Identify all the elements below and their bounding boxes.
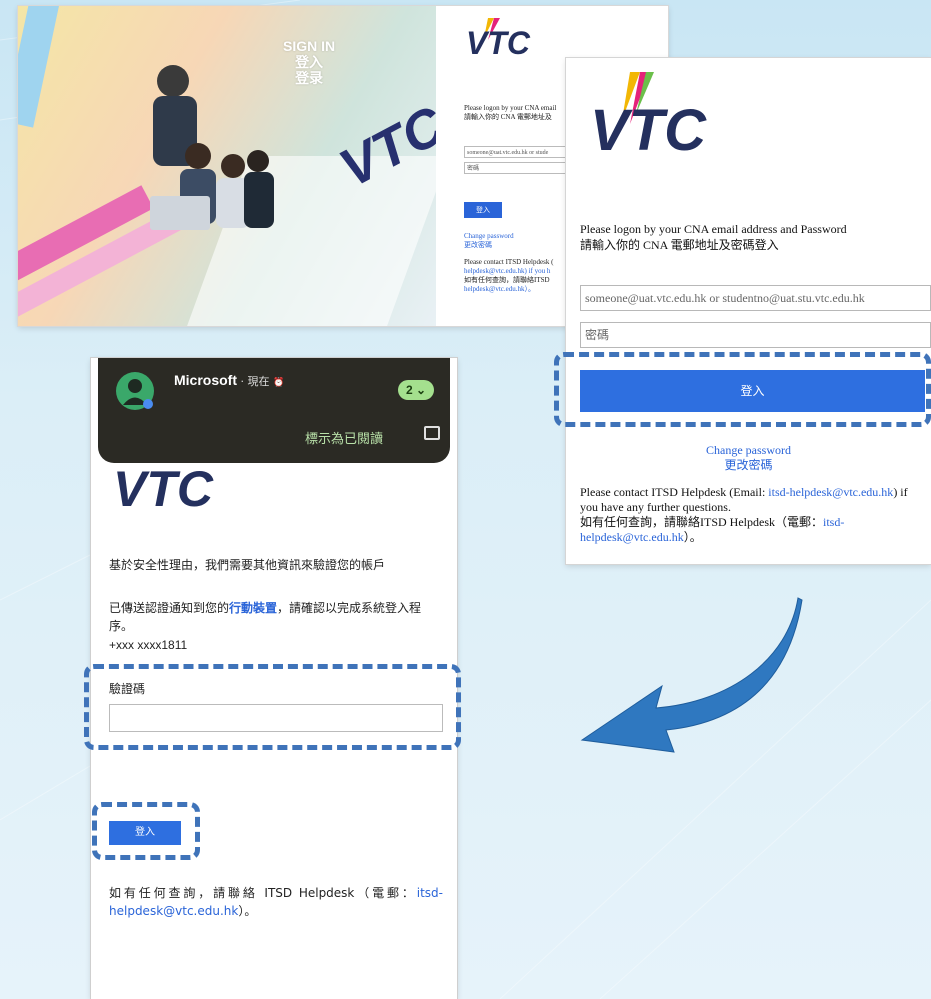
- svg-text:VTC: VTC: [113, 462, 214, 514]
- notification-count-badge[interactable]: 2 ⌄: [398, 380, 434, 400]
- chevron-down-icon: ⌄: [415, 383, 427, 397]
- curved-arrow-icon: [580, 597, 803, 753]
- signin-hero-banner: SIGN IN 登入 登录 VTC: [18, 6, 436, 326]
- email-input[interactable]: someone@uat.vtc.edu.hk or studentno@uat.…: [580, 285, 931, 311]
- top-instruction: Please logon by your CNA email 請輸入你的 CNA…: [464, 104, 557, 121]
- verify-button-highlight: [92, 802, 200, 860]
- notification-banner[interactable]: Microsoft · 現在 ⏰ 2 ⌄ 標示為已閱讀: [98, 358, 450, 463]
- phone-number: +xxx xxxx1811: [109, 638, 188, 652]
- verification-code-highlight: [84, 664, 461, 750]
- security-reason-text: 基於安全性理由，我們需要其他資訊來驗證您的帳戶: [109, 558, 386, 572]
- top-contact-text: Please contact ITSD Helpdesk ( helpdesk@…: [464, 258, 554, 293]
- vtc-logo: VTC: [113, 462, 214, 514]
- password-input[interactable]: 密碼: [580, 322, 931, 348]
- login-instruction: Please logon by your CNA email address a…: [580, 222, 847, 252]
- vtc-logo: VTC: [466, 18, 531, 60]
- contact-helpdesk-text: Please contact ITSD Helpdesk (Email: its…: [580, 485, 908, 544]
- avatar-icon: [116, 372, 154, 410]
- top-change-password-link[interactable]: Change password 更改密碼: [464, 232, 514, 250]
- helpdesk-email-link[interactable]: itsd-helpdesk@vtc.edu.hk: [768, 485, 893, 499]
- notification-sent-text: 已傳送認證通知到您的行動裝置，請確認以完成系統登入程序。: [109, 601, 422, 633]
- people-photo: [150, 65, 274, 230]
- login-form-panel: VTC Please logon by your CNA email addre…: [566, 58, 931, 564]
- contact-helpdesk-text: 如有任何查詢，請聯絡 ITSD Helpdesk（電郵：itsd-helpdes…: [109, 886, 443, 918]
- alarm-icon: ⏰: [273, 377, 285, 387]
- signin-heading: SIGN IN 登入 登录: [283, 38, 336, 86]
- vtc-logo: VTC: [590, 72, 707, 158]
- svg-text:VTC: VTC: [590, 98, 707, 158]
- mark-as-read-button[interactable]: 標示為已閱讀: [305, 428, 383, 447]
- login-button-highlight: [554, 352, 931, 427]
- top-login-button[interactable]: 登入: [464, 202, 502, 218]
- svg-text:VTC: VTC: [466, 25, 531, 60]
- notification-app-name: Microsoft · 現在 ⏰: [174, 372, 285, 388]
- change-password-link[interactable]: Change password 更改密碼: [566, 443, 931, 473]
- open-app-icon[interactable]: [424, 426, 440, 440]
- mobile-device-link[interactable]: 行動裝置: [229, 601, 277, 615]
